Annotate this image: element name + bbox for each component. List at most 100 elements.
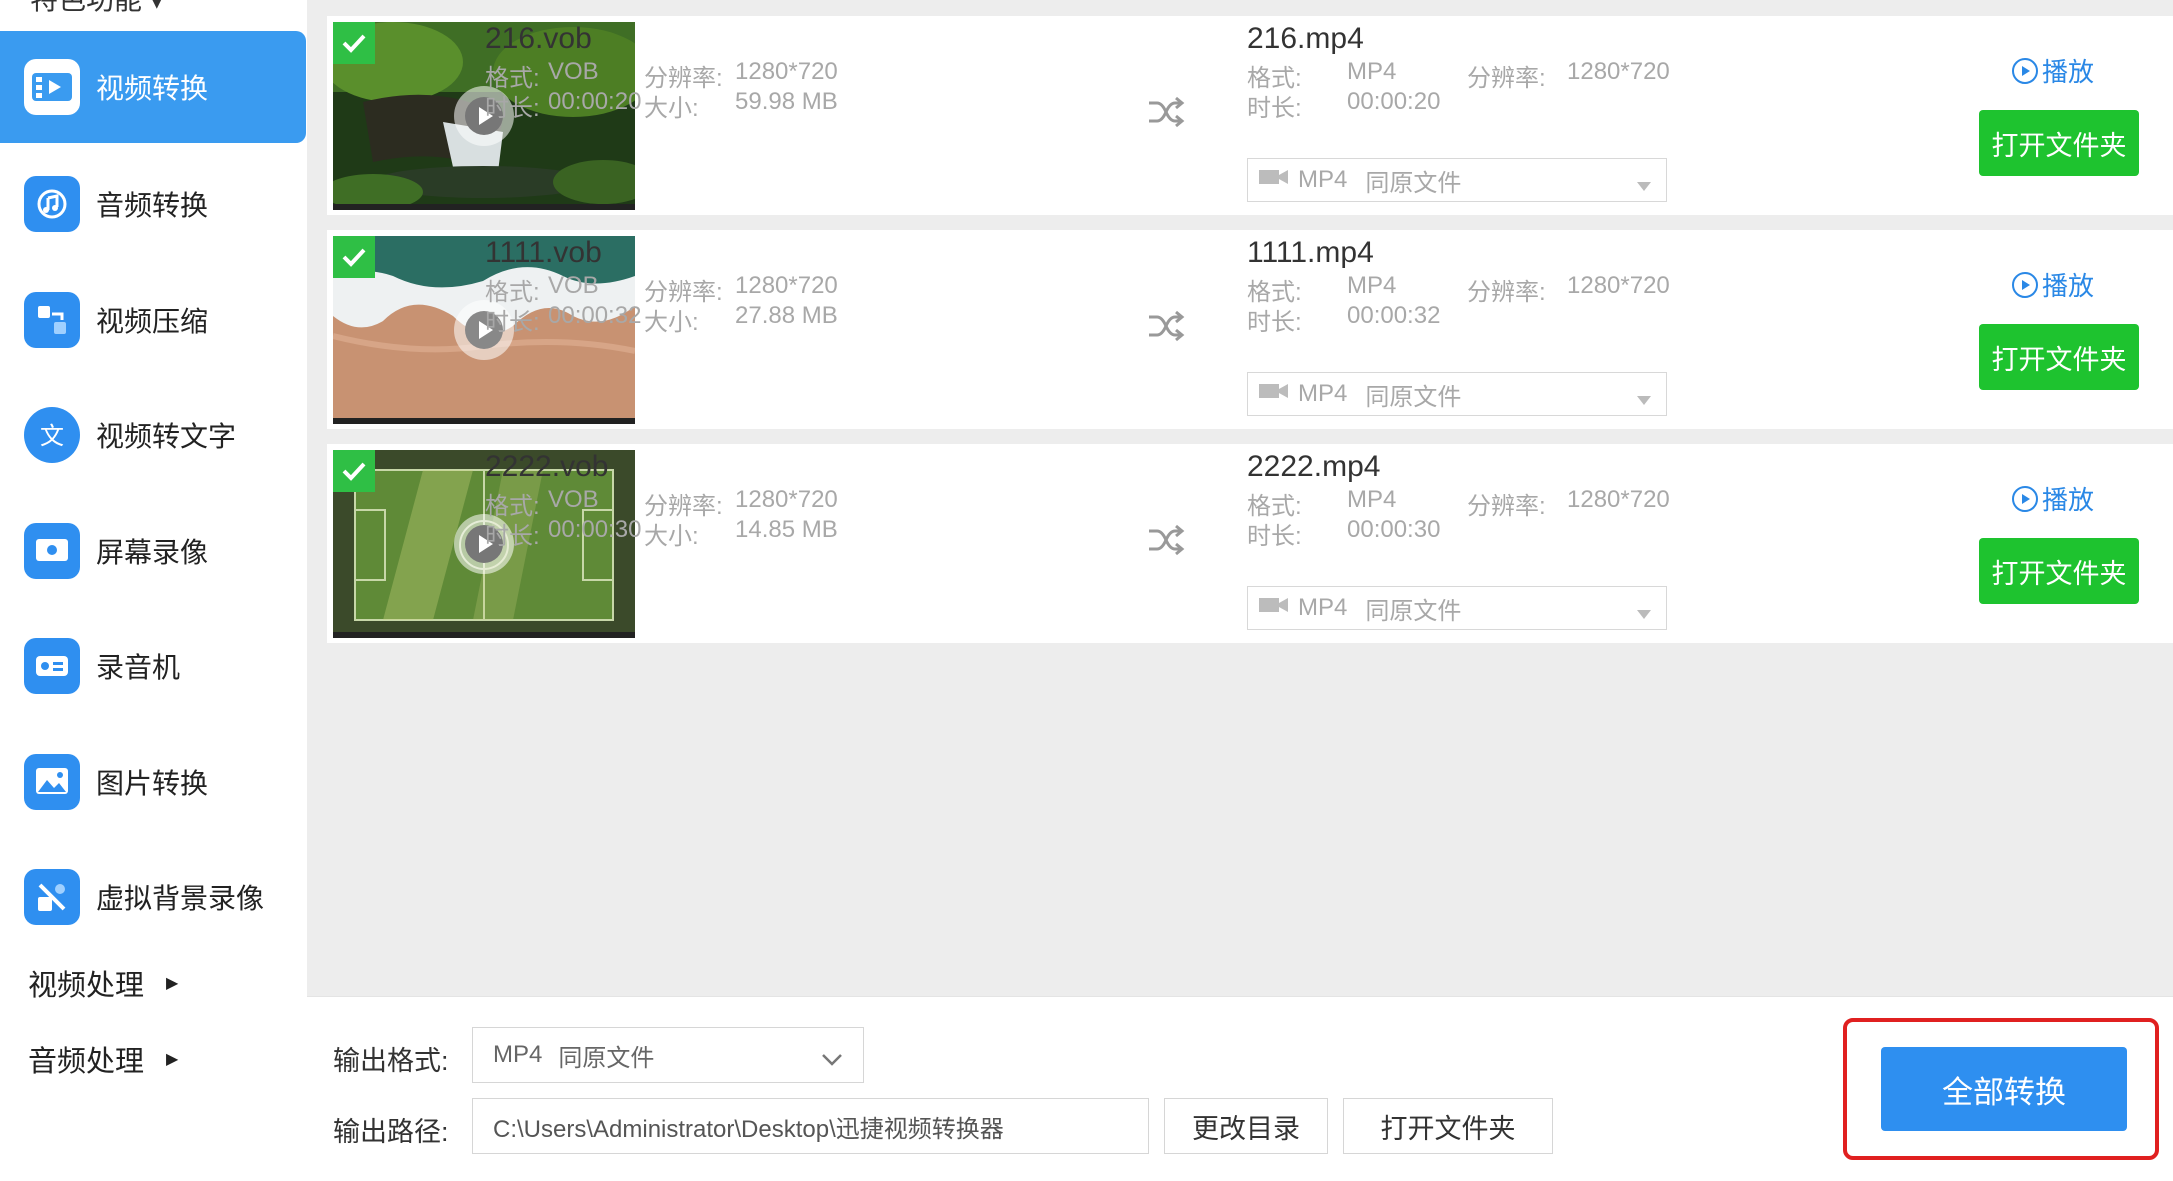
sidebar-item-label: 音频转换 — [96, 190, 209, 221]
output-resolution: 1280*720 — [1567, 58, 1670, 85]
chevron-down-icon — [821, 1046, 843, 1074]
output-filename: 216.mp4 — [1247, 22, 1364, 55]
play-label: 播放 — [2042, 271, 2095, 301]
sidebar-item-video-to-text[interactable]: 文 视频转文字 — [0, 379, 306, 491]
duration-label: 时长: — [1247, 309, 1302, 336]
play-circle-icon — [2012, 271, 2038, 298]
play-label: 播放 — [2042, 57, 2095, 87]
source-filename: 1111.vob — [485, 236, 602, 269]
file-card: 2222.vob 格式: VOB 分辨率: 1280*720 时长: 00:00… — [327, 444, 2173, 643]
sidebar-item-label: 虚拟背景录像 — [96, 883, 265, 914]
source-size: 59.98 MB — [735, 88, 838, 115]
output-format: MP4 — [1347, 272, 1397, 299]
sidebar-item-video-convert[interactable]: 视频转换 — [0, 31, 306, 143]
resolution-label: 分辨率: — [1467, 493, 1546, 520]
convert-all-button[interactable]: 全部转换 — [1881, 1047, 2127, 1131]
open-folder-button[interactable]: 打开文件夹 — [1979, 324, 2139, 390]
audio-convert-icon — [24, 176, 80, 232]
output-path-field[interactable]: C:\Users\Administrator\Desktop\迅捷视频转换器 — [472, 1098, 1149, 1154]
source-duration: 00:00:32 — [548, 302, 642, 329]
source-size: 27.88 MB — [735, 302, 838, 329]
caret-right-icon: ▶ — [166, 975, 179, 992]
sidebar-item-label: 录音机 — [96, 652, 181, 683]
source-filename: 2222.vob — [485, 450, 609, 483]
play-label: 播放 — [2042, 485, 2095, 515]
selected-check-icon[interactable] — [333, 22, 375, 64]
sidebar-section-video-processing[interactable]: 视频处理 ▶ — [28, 962, 178, 1004]
play-circle-icon — [2012, 57, 2038, 84]
same-as-source-label: 同原文件 — [1365, 597, 1462, 625]
sidebar-item-video-compress[interactable]: 视频压缩 — [0, 264, 306, 376]
duration-label: 时长: — [485, 523, 540, 550]
output-format: MP4 — [1347, 58, 1397, 85]
play-button[interactable]: 播放 — [2012, 266, 2094, 303]
shuffle-arrow-icon — [1147, 524, 1185, 561]
output-format-select[interactable]: MP4 同原文件 — [1247, 158, 1667, 202]
duration-label: 时长: — [485, 309, 540, 336]
image-convert-icon — [24, 754, 80, 810]
output-settings-bar: 输出格式: MP4 同原文件 输出路径: C:\Users\Administra… — [307, 996, 2173, 1181]
output-format: MP4 — [1347, 486, 1397, 513]
video-compress-icon — [24, 292, 80, 348]
output-duration: 00:00:30 — [1347, 516, 1441, 543]
open-output-folder-button[interactable]: 打开文件夹 — [1343, 1098, 1553, 1154]
output-path-label: 输出路径: — [333, 1117, 449, 1147]
selected-format: MP4 — [1298, 166, 1348, 193]
video-to-text-icon: 文 — [24, 407, 80, 463]
play-button[interactable]: 播放 — [2012, 52, 2094, 89]
size-label: 大小: — [644, 95, 699, 122]
sidebar-item-audio-convert[interactable]: 音频转换 — [0, 148, 306, 260]
selected-check-icon[interactable] — [333, 236, 375, 278]
same-as-source-label: 同原文件 — [1365, 383, 1462, 411]
output-filename: 2222.mp4 — [1247, 450, 1381, 483]
sidebar-item-image-convert[interactable]: 图片转换 — [0, 726, 306, 838]
source-resolution: 1280*720 — [735, 272, 838, 299]
file-card: 216.vob 格式: VOB 分辨率: 1280*720 时长: 00:00:… — [327, 16, 2173, 215]
shuffle-arrow-icon — [1147, 96, 1185, 133]
same-as-source-label: 同原文件 — [1365, 169, 1462, 197]
source-resolution: 1280*720 — [735, 486, 838, 513]
output-format-select[interactable]: MP4 同原文件 — [472, 1027, 864, 1083]
dropdown-triangle-icon — [1636, 599, 1652, 627]
source-duration: 00:00:20 — [548, 88, 642, 115]
source-size: 14.85 MB — [735, 516, 838, 543]
sidebar-item-virtual-background[interactable]: 虚拟背景录像 — [0, 841, 306, 953]
selected-format: MP4 — [1298, 594, 1348, 621]
sidebar-item-recorder[interactable]: 录音机 — [0, 610, 306, 722]
duration-label: 时长: — [1247, 95, 1302, 122]
shuffle-arrow-icon — [1147, 310, 1185, 347]
source-format: VOB — [548, 272, 599, 299]
open-folder-button[interactable]: 打开文件夹 — [1979, 110, 2139, 176]
video-camera-icon — [1258, 380, 1290, 408]
source-filename: 216.vob — [485, 22, 592, 55]
output-format-suffix: 同原文件 — [558, 1044, 655, 1072]
source-duration: 00:00:30 — [548, 516, 642, 543]
play-circle-icon — [2012, 485, 2038, 512]
open-folder-button[interactable]: 打开文件夹 — [1979, 538, 2139, 604]
duration-label: 时长: — [485, 95, 540, 122]
output-resolution: 1280*720 — [1567, 486, 1670, 513]
output-format-label: 输出格式: — [333, 1046, 449, 1076]
recorder-icon — [24, 638, 80, 694]
sidebar-section-audio-processing[interactable]: 音频处理 ▶ — [28, 1038, 178, 1080]
sidebar-item-screen-record[interactable]: 屏幕录像 — [0, 495, 306, 607]
video-convert-icon — [24, 59, 80, 115]
sidebar: 特色功能 ▾ 视频转换 音频转换 视频压缩 文 视频转文字 屏幕录像 录 — [0, 0, 307, 1181]
svg-text:文: 文 — [40, 422, 64, 450]
play-button[interactable]: 播放 — [2012, 480, 2094, 517]
resolution-label: 分辨率: — [1467, 279, 1546, 306]
output-format-value: MP4 — [493, 1041, 543, 1068]
change-directory-button[interactable]: 更改目录 — [1164, 1098, 1328, 1154]
sidebar-partial-header[interactable]: 特色功能 ▾ — [30, 0, 164, 18]
dropdown-triangle-icon — [1636, 385, 1652, 413]
sidebar-item-label: 屏幕录像 — [96, 537, 209, 568]
sidebar-item-label: 图片转换 — [96, 768, 209, 799]
sidebar-item-label: 视频转换 — [96, 73, 209, 104]
duration-label: 时长: — [1247, 523, 1302, 550]
size-label: 大小: — [644, 309, 699, 336]
output-format-select[interactable]: MP4 同原文件 — [1247, 586, 1667, 630]
selected-format: MP4 — [1298, 380, 1348, 407]
selected-check-icon[interactable] — [333, 450, 375, 492]
output-format-select[interactable]: MP4 同原文件 — [1247, 372, 1667, 416]
video-camera-icon — [1258, 594, 1290, 622]
